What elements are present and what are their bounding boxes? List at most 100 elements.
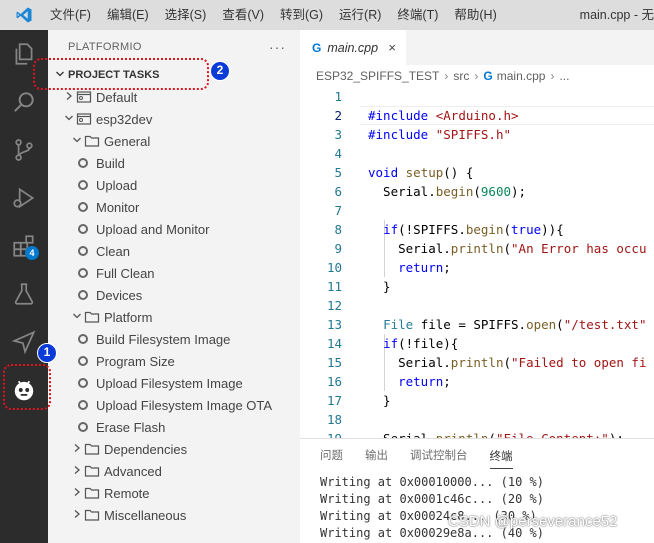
code-line: 4 xyxy=(300,144,654,163)
task-upload-and-monitor[interactable]: Upload and Monitor xyxy=(48,218,300,240)
task-circle-icon xyxy=(78,246,88,256)
task-label: Devices xyxy=(96,287,143,303)
folder-icon xyxy=(84,485,100,501)
task-label: Monitor xyxy=(96,199,140,215)
line-number: 5 xyxy=(334,165,342,180)
line-number: 4 xyxy=(334,146,342,161)
activity-bar: 4 xyxy=(0,30,48,543)
task-label: Erase Flash xyxy=(96,419,166,435)
task-label: Program Size xyxy=(96,353,175,369)
line-text: #include <Arduino.h> xyxy=(368,108,519,123)
line-number: 9 xyxy=(334,241,342,256)
run-debug-icon[interactable] xyxy=(0,174,48,222)
task-circle-icon xyxy=(78,202,88,212)
line-number: 1 xyxy=(334,89,342,104)
menu-edit[interactable]: 编辑(E) xyxy=(99,0,157,30)
code-line: 6 Serial.begin(9600); xyxy=(300,182,654,201)
menu-view[interactable]: 查看(V) xyxy=(214,0,272,30)
source-control-icon[interactable] xyxy=(0,126,48,174)
task-full-clean[interactable]: Full Clean xyxy=(48,262,300,284)
task-label: Build Filesystem Image xyxy=(96,331,231,347)
testing-icon[interactable] xyxy=(0,270,48,318)
folder-icon xyxy=(84,441,100,457)
line-number: 15 xyxy=(326,355,342,370)
tab-label: main.cpp xyxy=(327,40,379,55)
cpp-file-icon: G xyxy=(483,69,493,83)
code-line: 9 Serial.println("An Error has occu xyxy=(300,239,654,258)
tab-terminal[interactable]: 终端 xyxy=(489,445,513,469)
code-line: 12 xyxy=(300,296,654,315)
task-label: Build xyxy=(96,155,125,171)
menu-selection[interactable]: 选择(S) xyxy=(157,0,215,30)
line-number: 16 xyxy=(326,374,342,389)
code-line: 7 xyxy=(300,201,654,220)
folder-icon xyxy=(76,89,92,105)
task-erase-flash[interactable]: Erase Flash xyxy=(48,416,300,438)
breadcrumb-item[interactable]: main.cpp xyxy=(497,69,546,83)
folder-dependencies[interactable]: Dependencies xyxy=(48,438,300,460)
line-text: Serial.println("An Error has occu xyxy=(368,241,647,256)
menu-run[interactable]: 运行(R) xyxy=(331,0,389,30)
breadcrumb-item[interactable]: ESP32_SPIFFS_TEST xyxy=(316,69,439,83)
terminal-line: Writing at 0x00010000... (10 %) xyxy=(320,475,544,489)
extensions-badge: 4 xyxy=(25,246,39,260)
folder-label: Remote xyxy=(104,485,150,501)
menu-go[interactable]: 转到(G) xyxy=(272,0,331,30)
task-clean[interactable]: Clean xyxy=(48,240,300,262)
folder-label: Platform xyxy=(104,309,153,325)
vscode-logo-icon xyxy=(0,0,48,30)
menu-help[interactable]: 帮助(H) xyxy=(446,0,504,30)
line-text: if(!file){ xyxy=(383,336,459,351)
terminal-output[interactable]: Writing at 0x00010000... (10 %) Writing … xyxy=(300,474,654,542)
folder-remote[interactable]: Remote xyxy=(48,482,300,504)
task-upload-filesystem-image-ota[interactable]: Upload Filesystem Image OTA xyxy=(48,394,300,416)
task-monitor[interactable]: Monitor xyxy=(48,196,300,218)
task-circle-icon xyxy=(78,158,88,168)
task-circle-icon xyxy=(78,268,88,278)
title-bar: 文件(F) 编辑(E) 选择(S) 查看(V) 转到(G) 运行(R) 终端(T… xyxy=(0,0,654,30)
line-number: 10 xyxy=(326,260,342,275)
breadcrumb-item[interactable]: src xyxy=(453,69,469,83)
menu-file[interactable]: 文件(F) xyxy=(48,0,99,30)
chevron-right-icon xyxy=(62,91,76,104)
menu-terminal[interactable]: 终端(T) xyxy=(389,0,446,30)
tab-output[interactable]: 输出 xyxy=(365,439,388,474)
tab-main-cpp[interactable]: G main.cpp × xyxy=(300,30,406,65)
chevron-right-icon xyxy=(70,487,84,500)
code-editor[interactable]: 1 2 #include <Arduino.h> 3 #include "SPIFF… xyxy=(300,87,654,446)
terminal-line: Writing at 0x0001c46c... (20 %) xyxy=(320,492,544,506)
breadcrumb: ESP32_SPIFFS_TEST › src › G main.cpp › .… xyxy=(300,65,654,87)
folder-miscellaneous[interactable]: Miscellaneous xyxy=(48,504,300,526)
folder-general[interactable]: General xyxy=(48,130,300,152)
callout-number-1: 1 xyxy=(37,343,57,363)
line-number: 6 xyxy=(334,184,342,199)
tab-problems[interactable]: 问题 xyxy=(320,439,343,474)
line-number: 8 xyxy=(334,222,342,237)
code-line: 10 return; xyxy=(300,258,654,277)
extensions-icon[interactable]: 4 xyxy=(0,222,48,270)
task-circle-icon xyxy=(78,422,88,432)
menu-bar: 文件(F) 编辑(E) 选择(S) 查看(V) 转到(G) 运行(R) 终端(T… xyxy=(48,0,505,30)
callout-number-2: 2 xyxy=(210,61,230,81)
chevron-right-icon: › xyxy=(474,69,479,83)
editor-tabs: G main.cpp × xyxy=(300,30,654,65)
code-line: 15 Serial.println("Failed to open fi xyxy=(300,353,654,372)
line-number: 11 xyxy=(326,279,342,294)
env-esp32dev[interactable]: esp32dev xyxy=(48,108,300,130)
more-actions-icon[interactable]: ··· xyxy=(269,39,286,55)
folder-platform[interactable]: Platform xyxy=(48,306,300,328)
task-upload[interactable]: Upload xyxy=(48,174,300,196)
task-label: Clean xyxy=(96,243,130,259)
breadcrumb-item[interactable]: ... xyxy=(559,69,569,83)
task-build-filesystem-image[interactable]: Build Filesystem Image xyxy=(48,328,300,350)
task-circle-icon xyxy=(78,378,88,388)
code-line: 14 if(!file){ xyxy=(300,334,654,353)
task-devices[interactable]: Devices xyxy=(48,284,300,306)
folder-advanced[interactable]: Advanced xyxy=(48,460,300,482)
task-program-size[interactable]: Program Size xyxy=(48,350,300,372)
code-line: 18 xyxy=(300,410,654,429)
task-build[interactable]: Build xyxy=(48,152,300,174)
close-icon[interactable]: × xyxy=(388,40,396,55)
task-upload-filesystem-image[interactable]: Upload Filesystem Image xyxy=(48,372,300,394)
tab-debug-console[interactable]: 调试控制台 xyxy=(410,439,468,474)
